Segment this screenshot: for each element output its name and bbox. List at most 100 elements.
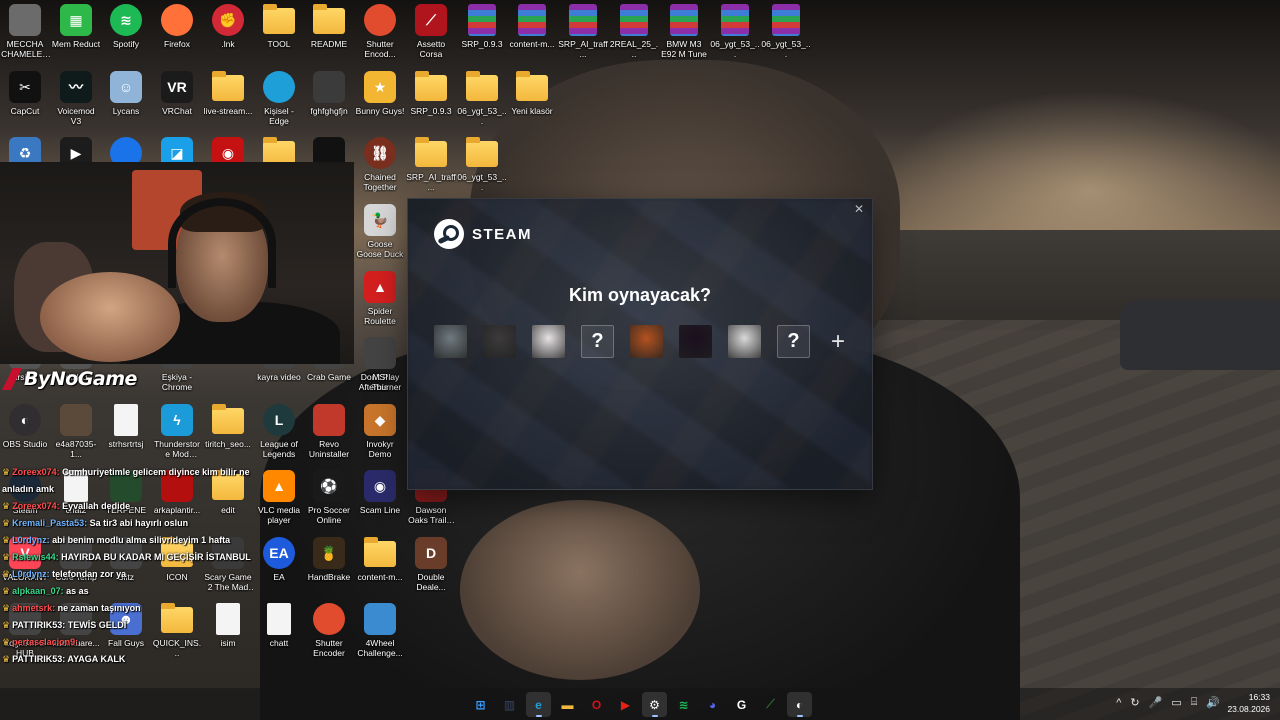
close-icon[interactable]: ✕ [852,202,866,216]
desktop-icon[interactable]: SRP_0.9.3 [406,71,456,116]
chat-username: Kremali_Pasta53: [12,518,88,528]
desktop-icon-label: 06_ygt_53_... [761,39,811,59]
obs-taskbar-icon-glyph: ◐ [795,697,804,712]
desktop-icon[interactable]: README [304,4,354,49]
desktop-icon[interactable]: Yeni klasör [507,71,557,116]
chat-message: ♛ pertasslacion9: [2,634,272,651]
desktop-icon[interactable]: Shutter Encoder [304,603,354,658]
desktop-icon-label: Firefox [164,39,190,49]
desktop-icon[interactable]: fghfghgfjn [304,71,354,116]
desktop-icon-label: BMW M3 E92 M Tune [661,39,707,59]
steam-taskbar-icon[interactable]: ⚙ [642,692,667,717]
chat-text: ne zaman taşınıyon [57,603,141,613]
desktop-icon-label: VRChat [162,106,192,116]
desktop-icon[interactable]: SRP_0.9.3 [457,4,507,49]
desktop-icon[interactable]: ✂ CapCut [0,71,50,116]
desktop-icon[interactable]: content-m... [507,4,557,49]
refresh-sync-icon[interactable]: ↻ [1130,696,1139,709]
task-view-icon[interactable]: ▥ [497,692,522,717]
desktop-icon[interactable]: BMW M3 E92 M Tune [659,4,709,59]
terpene-taskbar-icon[interactable]: ⟋ [758,692,783,717]
account-avatar-photo-icon[interactable] [434,325,467,358]
capcut-icon: ✂ [9,71,41,103]
desktop-icon-label: Lycans [112,106,140,116]
desktop-icon[interactable]: 🦆 Goose Goose Duck [355,204,405,259]
desktop-icon[interactable]: ◆ Invokyr Demo [355,404,405,459]
desktop-icon[interactable]: ▲ Spider Roulette [355,271,405,326]
microphone-icon[interactable]: 🎤 [1149,696,1163,709]
desktop-icon[interactable]: Revo Uninstaller [304,404,354,459]
account-avatar-unknown-icon[interactable]: ? [777,325,810,358]
invokyr-icon: ◆ [364,404,396,436]
display-icon[interactable]: ▭ [1171,696,1181,709]
add-account-button[interactable]: + [828,329,848,353]
desktop-icon-label: Yeni klasör [511,106,553,116]
obs-taskbar-icon[interactable]: ◐ [787,692,812,717]
desktop-icon[interactable]: ◉ Scam Line [355,470,405,515]
start-button[interactable]: ⊞ [468,692,493,717]
desktop-icon[interactable]: live-stream... [203,71,253,116]
desktop-icon[interactable]: ⚽ Pro Soccer Online [304,470,354,525]
account-avatar-photo-icon[interactable] [728,325,761,358]
desktop-icon-label: Shutter Encod... [364,39,396,59]
desktop-icon[interactable]: ⛓ Chained Together [355,137,405,192]
wallpaper-hand [460,500,700,680]
network-icon[interactable]: ⌸ [1191,696,1198,709]
chat-text: TEWİS GELDİ [67,620,127,630]
logitech-g-icon[interactable]: G [729,692,754,717]
desktop-icon-label: TOOL [267,39,291,49]
desktop-icon[interactable]: 06_ygt_53_... [761,4,811,59]
desktop-icon-label: Dawson Oaks Trailer Park [408,505,454,525]
desktop-icon[interactable]: 〰 Voicemod V3 [51,71,101,126]
opera-icon[interactable]: O [584,692,609,717]
desktop-icon[interactable]: SRP_AI_traff... [406,137,456,192]
chevron-up-icon[interactable]: ^ [1116,697,1121,709]
desktop-icon[interactable]: content-m... [355,537,405,582]
account-avatar-photo-icon[interactable] [483,325,516,358]
desktop-icon[interactable]: MECCHA CHAMELEON [0,4,50,59]
desktop-icon[interactable]: ϟ Thunderstore Mod Mana... [152,404,202,459]
account-avatar-unknown-icon[interactable]: ? [581,325,614,358]
desktop-icon[interactable]: 06_ygt_53_... [457,71,507,126]
desktop-icon[interactable]: ★ Bunny Guys! [355,71,405,116]
desktop-icon[interactable]: ▦ Mem Reduct [51,4,101,49]
discord-icon[interactable]: ◕ [700,692,725,717]
desktop-icon[interactable]: 06_ygt_53_... [457,137,507,192]
desktop-icon[interactable]: Firefox [152,4,202,49]
folder-icon [212,404,244,434]
desktop-icon[interactable]: ☺ Lycans [101,71,151,116]
edge-taskbar-icon[interactable]: e [526,692,551,717]
youtube-icon[interactable]: ▶ [613,692,638,717]
desktop-icon[interactable]: 2REAL_25_... [609,4,659,59]
taskbar-clock[interactable]: 16:33 23.08.2026 [1227,691,1270,715]
desktop-icon[interactable]: 06_ygt_53_... [710,4,760,59]
desktop-icon[interactable]: ⟋ Assetto Corsa [406,4,456,59]
desktop-icon[interactable]: 4Wheel Challenge... [355,603,405,658]
desktop-icon[interactable]: MSI Afterburner [355,337,405,392]
desktop-icon[interactable]: e4a87035-1... [51,404,101,459]
desktop-icon[interactable]: VR VRChat [152,71,202,116]
spotify-taskbar-icon[interactable]: ≋ [671,692,696,717]
file-explorer-icon[interactable]: ▬ [555,692,580,717]
account-avatar-dancer-icon[interactable] [679,325,712,358]
desktop-icon[interactable]: strhsrtrtsj [101,404,151,449]
desktop-icon[interactable]: 🍍 HandBrake [304,537,354,582]
desktop-icon[interactable]: ≋ Spotify [101,4,151,49]
desktop-icon[interactable]: ✊ .lnk [203,4,253,49]
account-avatar-anime-icon[interactable] [532,325,565,358]
account-list: ?? + [434,325,848,358]
desktop-icon[interactable]: SRP_AI_traff... [558,4,608,59]
desktop-icon[interactable]: tiritch_seo... [203,404,253,449]
desktop-icon[interactable]: L League of Legends [254,404,304,459]
desktop-icon[interactable]: TOOL [254,4,304,49]
chat-message: ♛ PATTIRIK53: TEWİS GELDİ [2,617,272,634]
volume-icon[interactable]: 🔊 [1206,696,1220,709]
desktop-icon[interactable]: D Double Deale... [406,537,456,592]
account-avatar-fire-icon[interactable] [630,325,663,358]
desktop-icon[interactable]: Kişisel - Edge [254,71,304,126]
wallpaper-car [1120,300,1280,370]
system-tray: ^ ↻ 🎤 ▭ ⌸ 🔊 [1116,696,1220,709]
desktop-icon[interactable]: ◐ OBS Studio [0,404,50,449]
desktop-icon-label: 06_ygt_53_... [457,172,507,192]
desktop-icon[interactable]: Shutter Encod... [355,4,405,59]
